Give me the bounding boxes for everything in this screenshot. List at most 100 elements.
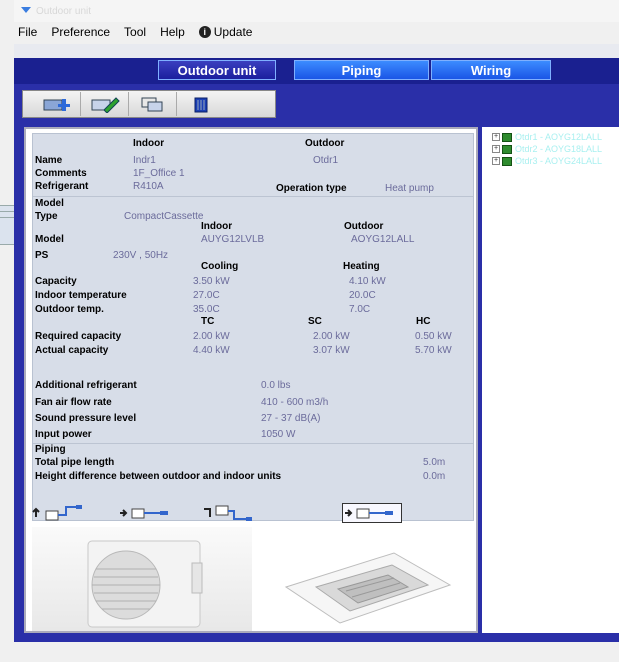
capacity-label: Capacity — [35, 276, 77, 287]
model-section-heading: Model — [35, 198, 64, 209]
menu-preference[interactable]: Preference — [51, 25, 110, 39]
toolbar — [22, 90, 276, 118]
left-edge-strip — [0, 205, 14, 245]
tree-item[interactable]: + Otdr2 - AOYG18LALL — [492, 143, 602, 155]
comments-value: 1F_Office 1 — [133, 168, 185, 179]
menu-update-label: Update — [213, 25, 253, 39]
pipe-layout-icon — [345, 508, 393, 519]
model-indoor: AUYG12LVLB — [201, 234, 265, 245]
pipe-layout-outdoor-below[interactable] — [32, 503, 92, 523]
tree-item-label: Otdr3 - AOYG24LALL — [515, 156, 603, 166]
actual-capacity-tc: 4.40 kW — [193, 345, 230, 356]
copy-unit-button[interactable] — [129, 92, 177, 116]
indoor-temperature-label: Indoor temperature — [35, 290, 127, 301]
outdoor-unit-icon — [502, 132, 512, 142]
name-outdoor: Otdr1 — [313, 155, 339, 166]
column-outdoor: Outdoor — [344, 221, 384, 232]
ps-label: PS — [35, 250, 49, 261]
pipe-layout-icon — [204, 505, 252, 521]
type-label: Type — [35, 211, 58, 222]
additional-refrigerant-label: Additional refrigerant — [35, 380, 137, 391]
indoor-temp-heating: 20.0C — [349, 290, 376, 301]
model-outdoor: AOYG12LALL — [351, 234, 415, 245]
column-tc: TC — [201, 316, 215, 327]
refrigerant-label: Refrigerant — [35, 181, 89, 192]
tree-item-label: Otdr2 - AOYG18LALL — [515, 144, 603, 154]
required-capacity-sc: 2.00 kW — [313, 331, 350, 342]
unit-tree-panel: + Otdr1 - AOYG12LALL + Otdr2 - AOYG18LAL… — [482, 127, 619, 633]
tab-wiring[interactable]: Wiring — [431, 60, 551, 80]
header-indoor: Indoor — [133, 138, 165, 149]
outdoor-temp-heating: 7.0C — [349, 304, 371, 315]
menu-file[interactable]: File — [18, 25, 37, 39]
window-title: Outdoor unit — [36, 5, 92, 17]
piping-section-heading: Piping — [35, 444, 66, 455]
column-indoor: Indoor — [201, 221, 233, 232]
add-unit-button[interactable] — [33, 92, 81, 116]
trash-icon — [194, 97, 208, 113]
name-indoor: Indr1 — [133, 155, 156, 166]
expand-icon[interactable]: + — [492, 157, 500, 165]
pipe-layout-same-level[interactable] — [118, 503, 178, 523]
pipe-layout-selected[interactable] — [342, 503, 402, 523]
fan-air-flow-value: 410 - 600 m3/h — [261, 397, 329, 408]
tab-piping[interactable]: Piping — [294, 60, 429, 80]
title-bar: Outdoor unit — [14, 0, 619, 22]
tree-item[interactable]: + Otdr3 - AOYG24LALL — [492, 155, 602, 167]
input-power-label: Input power — [35, 429, 92, 440]
unit-detail-panel: Indoor Outdoor Name Indr1 Otdr1 Comments… — [24, 127, 478, 633]
capacity-cooling: 3.50 kW — [193, 276, 230, 287]
delete-unit-button[interactable] — [177, 92, 225, 116]
tab-outdoor-unit[interactable]: Outdoor unit — [158, 60, 276, 80]
status-bar — [14, 642, 619, 662]
capacity-heating: 4.10 kW — [349, 276, 386, 287]
menu-help[interactable]: Help — [160, 25, 185, 39]
divider — [33, 443, 473, 444]
sound-pressure-label: Sound pressure level — [35, 413, 137, 424]
required-capacity-label: Required capacity — [35, 331, 122, 342]
expand-icon[interactable]: + — [492, 145, 500, 153]
unit-tree: + Otdr1 - AOYG12LALL + Otdr2 - AOYG18LAL… — [492, 131, 602, 167]
outdoor-unit-icon — [502, 144, 512, 154]
type-value: CompactCassette — [124, 211, 204, 222]
info-icon: i — [198, 26, 211, 38]
outdoor-unit-icon — [502, 156, 512, 166]
menu-update[interactable]: i Update — [198, 25, 267, 39]
outdoor-temp-cooling: 35.0C — [193, 304, 220, 315]
actual-capacity-hc: 5.70 kW — [415, 345, 452, 356]
menu-bar: File Preference Tool Help i Update — [14, 22, 619, 42]
sound-pressure-value: 27 - 37 dB(A) — [261, 413, 321, 424]
refrigerant-value: R410A — [133, 181, 164, 192]
tree-item-label: Otdr1 - AOYG12LALL — [515, 132, 603, 142]
comments-label: Comments — [35, 168, 87, 179]
name-label: Name — [35, 155, 63, 166]
input-power-value: 1050 W — [261, 429, 296, 440]
pipe-layout-options — [32, 499, 474, 529]
toolbar-area — [14, 84, 619, 122]
tab-bar: Outdoor unit Piping Wiring — [14, 58, 619, 84]
total-pipe-length-label: Total pipe length — [35, 457, 115, 468]
required-capacity-hc: 0.50 kW — [415, 331, 452, 342]
main-area: Indoor Outdoor Name Indr1 Otdr1 Comments… — [14, 122, 619, 642]
indoor-unit-image — [254, 527, 474, 631]
tree-item[interactable]: + Otdr1 - AOYG12LALL — [492, 131, 602, 143]
actual-capacity-label: Actual capacity — [35, 345, 109, 356]
add-unit-icon — [43, 99, 70, 111]
model-label: Model — [35, 234, 64, 245]
copy-icon — [141, 97, 162, 112]
indoor-temp-cooling: 27.0C — [193, 290, 220, 301]
edit-unit-button[interactable] — [81, 92, 129, 116]
pipe-layout-outdoor-above[interactable] — [202, 503, 262, 523]
operation-type-value: Heat pump — [385, 183, 434, 194]
menu-tool[interactable]: Tool — [124, 25, 146, 39]
height-difference-label: Height difference between outdoor and in… — [35, 471, 282, 482]
total-pipe-length-value: 5.0m — [423, 457, 446, 468]
header-outdoor: Outdoor — [305, 138, 345, 149]
edit-icon — [91, 97, 120, 113]
unit-info-box: Indoor Outdoor Name Indr1 Otdr1 Comments… — [32, 133, 474, 521]
actual-capacity-sc: 3.07 kW — [313, 345, 350, 356]
app-window: Outdoor unit File Preference Tool Help i… — [14, 0, 619, 662]
required-capacity-tc: 2.00 kW — [193, 331, 230, 342]
expand-icon[interactable]: + — [492, 133, 500, 141]
outdoor-unit-image — [32, 527, 252, 631]
